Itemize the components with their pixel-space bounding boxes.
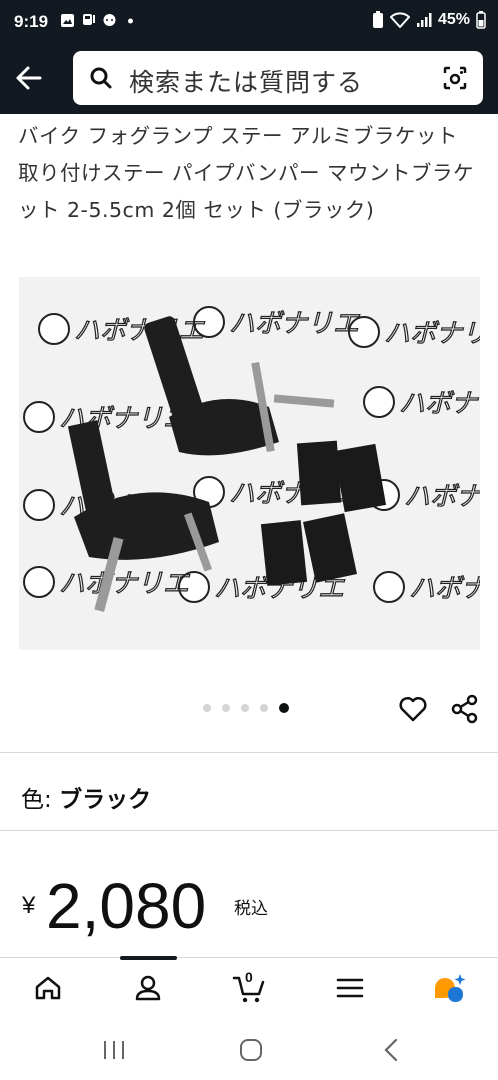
watermark-text: ハボナリエ <box>74 316 205 346</box>
ai-assistant-icon <box>435 974 466 1002</box>
product-title[interactable]: バイク フォグランプ ステー アルミブラケット 取り付けステー パイプバンパー … <box>18 118 483 229</box>
divider <box>0 830 498 831</box>
bottom-navigation: 0 <box>0 956 498 1018</box>
home-button[interactable] <box>237 1036 265 1064</box>
carousel-dot[interactable] <box>203 704 211 712</box>
divider <box>0 752 498 753</box>
price-currency: ¥ <box>22 892 36 919</box>
train-icon <box>81 13 96 28</box>
status-time: 9:19 <box>14 12 49 31</box>
nav-menu[interactable] <box>334 972 366 1004</box>
home-icon <box>35 976 61 1000</box>
search-placeholder: 検索または質問する <box>129 68 364 97</box>
price-amount: 2,080 <box>46 870 207 942</box>
color-label: 色: <box>21 787 60 813</box>
back-chevron-icon <box>384 1038 398 1062</box>
system-back-button[interactable] <box>378 1036 406 1064</box>
camera-search-icon[interactable] <box>441 64 469 92</box>
watermark-text: ハボナリエ <box>384 319 480 349</box>
carousel-dot[interactable] <box>222 704 230 712</box>
price-tax-note: 税込 <box>234 899 268 919</box>
menu-icon <box>336 978 364 998</box>
dot-icon <box>123 13 138 28</box>
cart-count: 0 <box>245 969 253 985</box>
color-value: ブラック <box>59 787 152 813</box>
active-tab-indicator <box>120 956 177 960</box>
share-icon <box>451 694 478 724</box>
wifi-icon <box>389 12 410 28</box>
product-photo: ハボナリエ ハボナリエ ハボナリエ ハボナリエ ハボナリエ ハボナリエ ハボナリ… <box>19 277 480 650</box>
color-selection: 色: ブラック <box>21 780 151 814</box>
carousel-dot-active[interactable] <box>279 703 289 713</box>
back-button[interactable] <box>10 58 50 98</box>
home-circle-icon <box>240 1039 262 1061</box>
system-navigation-bar <box>0 1018 498 1080</box>
share-button[interactable] <box>450 694 480 724</box>
status-right: 45% <box>372 11 486 29</box>
recent-apps-button[interactable] <box>100 1036 128 1064</box>
search-header: 検索または質問する <box>0 46 498 114</box>
notification-icons <box>60 13 138 28</box>
watermark-text: ハボナリエ <box>404 482 480 512</box>
battery-percent: 45% <box>437 11 470 28</box>
carousel-dot[interactable] <box>241 704 249 712</box>
watermark-text: ハボナリエ <box>229 309 360 339</box>
search-input[interactable]: 検索または質問する <box>73 51 483 105</box>
heart-icon <box>399 696 427 722</box>
add-to-list-button[interactable] <box>398 694 428 724</box>
chat-icon <box>102 13 117 28</box>
gallery-icon <box>60 13 75 28</box>
watermark-text: ハボナリエ <box>59 569 190 599</box>
battery-saver-icon <box>372 11 383 28</box>
watermark-text: ハボナリエ <box>409 574 480 604</box>
nav-cart[interactable]: 0 <box>232 969 265 1004</box>
recent-apps-icon <box>104 1041 124 1059</box>
back-arrow-icon <box>16 66 42 90</box>
carousel-dot[interactable] <box>260 704 268 712</box>
nav-ai-assistant[interactable] <box>433 972 466 1004</box>
product-image[interactable]: ハボナリエ ハボナリエ ハボナリエ ハボナリエ ハボナリエ ハボナリエ ハボナリ… <box>19 277 480 650</box>
watermark-text: ハボナリエ <box>399 389 480 419</box>
signal-icon <box>416 13 432 27</box>
search-icon <box>90 67 112 89</box>
nav-account[interactable] <box>132 972 164 1004</box>
image-carousel-dots[interactable] <box>203 703 289 713</box>
account-icon <box>135 975 161 1001</box>
status-bar: 9:19 45% <box>0 0 498 46</box>
nav-home[interactable] <box>32 972 64 1004</box>
battery-icon <box>476 11 486 29</box>
